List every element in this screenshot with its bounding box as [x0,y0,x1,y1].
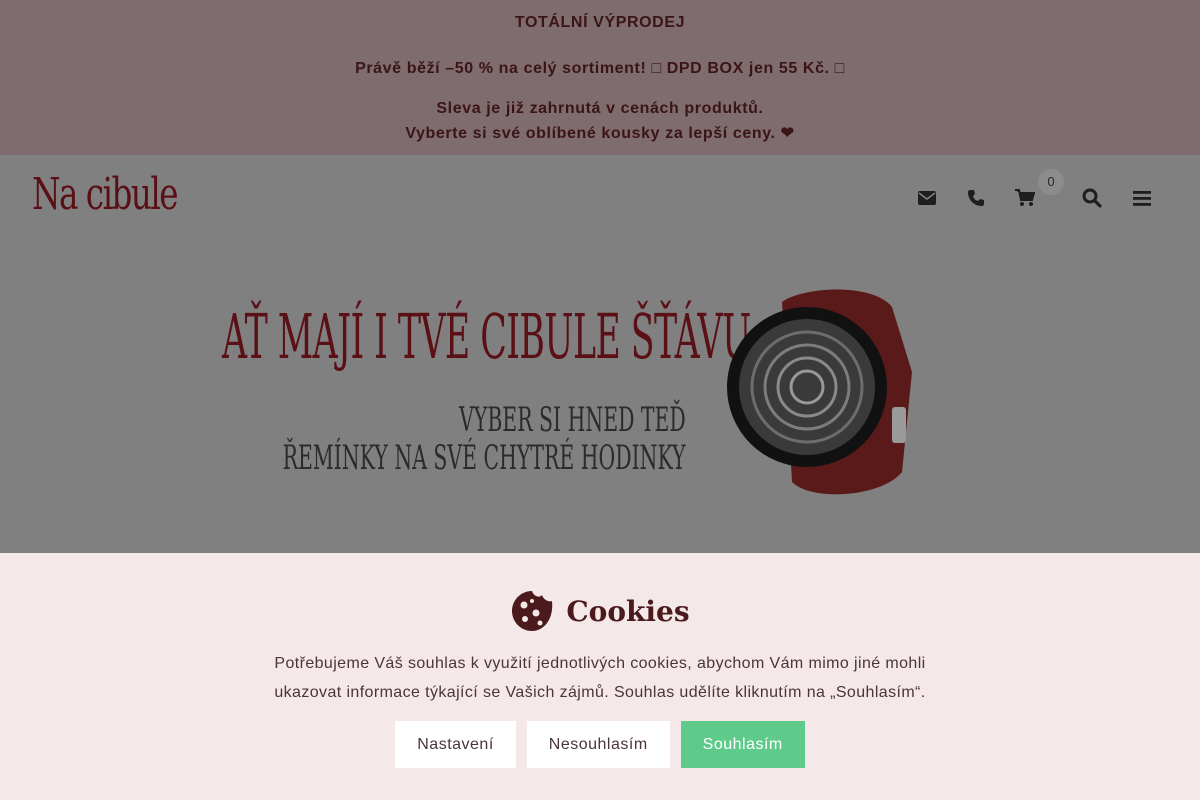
promo-title: TOTÁLNÍ VÝPRODEJ [514,14,686,31]
site-logo[interactable]: Na cibule [32,169,179,220]
cookie-title: Cookies [566,594,690,628]
promo-discount-note: Sleva je již zahrnutá v cenách produktů. [436,100,764,117]
cookie-decline-button[interactable]: Nesouhlasím [526,721,670,768]
cookie-icon [512,591,553,631]
smartwatch-image [727,289,912,495]
hero-banner[interactable]: AŤ MAJÍ I TVÉ CIBULE ŠŤÁVU VYBER SI HNED… [0,240,1200,553]
cart-icon[interactable] [1014,187,1036,209]
promo-sale-text: Právě běží –50 % na celý sortiment! □ DP… [355,60,845,77]
cookie-buttons: Nastavení Nesouhlasím Souhlasím [0,721,1200,768]
hero-subline-1: VYBER SI HNED TEĎ [459,400,686,440]
phone-icon[interactable] [965,187,987,209]
site-header: Na cibule [0,155,1200,240]
search-icon[interactable] [1081,187,1103,209]
cookie-settings-button[interactable]: Nastavení [395,721,516,768]
hero-headline: AŤ MAJÍ I TVÉ CIBULE ŠŤÁVU [222,300,751,373]
cookie-description: Potřebujeme Váš souhlas k využití jednot… [274,655,926,701]
menu-icon[interactable] [1131,187,1153,209]
cookie-consent-panel: Cookies Potřebujeme Váš souhlas k využit… [0,553,1200,800]
hero-subline-2: ŘEMÍNKY NA SVÉ CHYTRÉ HODINKY [283,438,686,478]
cookie-title-row: Cookies [0,589,1200,633]
promo-banner: TOTÁLNÍ VÝPRODEJ Právě běží –50 % na cel… [0,0,1200,155]
cart-count-badge: 0 [1038,169,1064,195]
cookie-accept-button[interactable]: Souhlasím [680,721,805,768]
envelope-icon[interactable] [916,187,938,209]
promo-cta-text: Vyberte si své oblíbené kousky za lepší … [405,125,795,142]
